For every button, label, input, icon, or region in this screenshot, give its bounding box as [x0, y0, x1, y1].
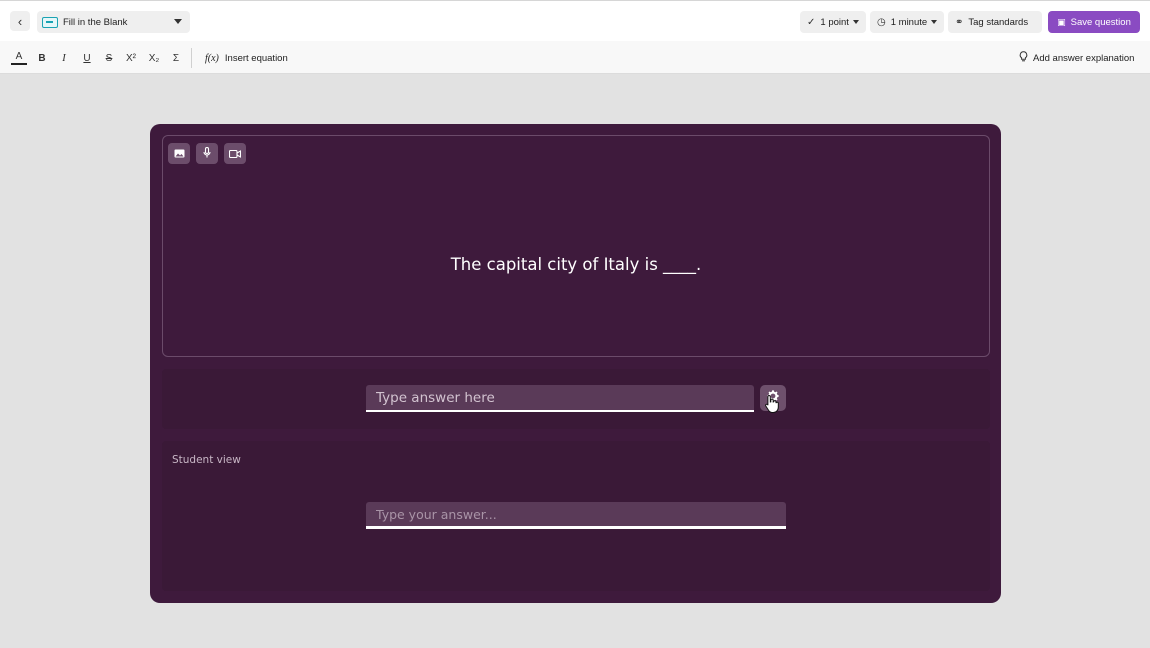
chevron-left-icon: ‹ [17, 13, 23, 29]
fill-blank-icon [42, 16, 58, 28]
answer-row [162, 369, 990, 429]
save-question-button[interactable]: ▣ Save question [1048, 11, 1140, 33]
insert-image-button[interactable] [168, 143, 190, 164]
subscript-button[interactable]: X₂ [146, 50, 162, 66]
image-icon [174, 145, 185, 163]
add-answer-explanation-button[interactable]: Add answer explanation [1019, 50, 1134, 66]
toolbar-divider [191, 48, 192, 68]
answer-settings-button[interactable] [760, 385, 786, 411]
time-dropdown[interactable]: ◷ 1 minute [870, 11, 945, 33]
tag-standards-button[interactable]: ⚭ Tag standards [948, 11, 1042, 33]
caret-down-icon [852, 20, 859, 24]
points-label: 1 point [820, 16, 849, 28]
question-editor[interactable]: The capital city of Italy is ____. [162, 135, 990, 357]
insert-equation-label: Insert equation [224, 52, 288, 64]
format-toolbar: A B I U S X² X₂ Σ f(x) Insert equation A… [0, 41, 1150, 74]
question-type-dropdown[interactable]: Fill in the Blank [37, 11, 190, 33]
tag-icon: ⚭ [955, 16, 964, 28]
question-text[interactable]: The capital city of Italy is ____. [163, 255, 989, 274]
insert-equation-button[interactable]: f(x) Insert equation [205, 50, 288, 66]
function-icon: f(x) [205, 52, 219, 64]
mic-icon [203, 145, 211, 163]
top-bar: ‹ Fill in the Blank ✓ 1 point ◷ 1 minute… [0, 0, 1150, 41]
student-view-panel: Student view [162, 441, 990, 591]
gear-icon [766, 389, 780, 407]
insert-audio-button[interactable] [196, 143, 218, 164]
text-color-button[interactable]: A [11, 50, 27, 65]
student-answer-input[interactable] [366, 502, 786, 529]
strikethrough-button[interactable]: S [101, 50, 117, 66]
insert-video-button[interactable] [224, 143, 246, 164]
caret-down-icon [174, 19, 182, 24]
question-card: The capital city of Italy is ____. Stude… [150, 124, 1001, 603]
superscript-button[interactable]: X² [123, 50, 139, 66]
points-dropdown[interactable]: ✓ 1 point [800, 11, 866, 33]
video-icon [228, 145, 242, 163]
italic-button[interactable]: I [56, 50, 72, 66]
sum-button[interactable]: Σ [168, 50, 184, 66]
back-button[interactable]: ‹ [10, 11, 30, 31]
save-icon: ▣ [1057, 16, 1066, 27]
check-icon: ✓ [807, 16, 816, 28]
time-label: 1 minute [890, 16, 928, 28]
save-question-label: Save question [1070, 16, 1131, 28]
bold-button[interactable]: B [34, 50, 50, 66]
tag-standards-label: Tag standards [968, 16, 1029, 28]
caret-down-icon [931, 20, 938, 24]
answer-input[interactable] [366, 385, 754, 412]
question-type-label: Fill in the Blank [63, 16, 128, 28]
underline-button[interactable]: U [79, 50, 95, 66]
clock-icon: ◷ [877, 16, 886, 28]
student-view-label: Student view [172, 454, 241, 466]
lightbulb-icon [1019, 51, 1028, 65]
add-answer-explanation-label: Add answer explanation [1033, 52, 1135, 64]
